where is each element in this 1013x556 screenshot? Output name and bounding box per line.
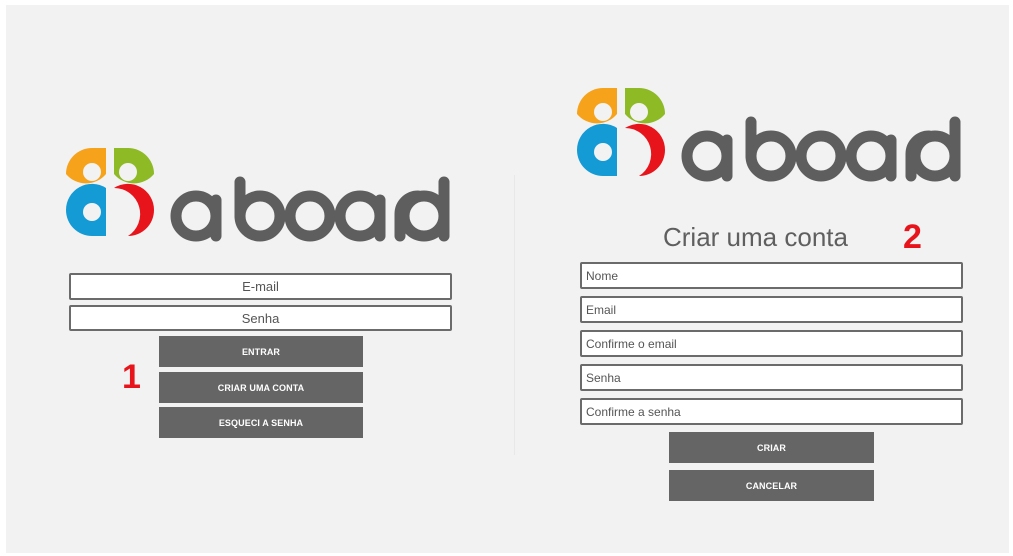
step-marker-2: 2 [903,218,922,256]
aboard-logo [62,142,452,248]
aboard-wordmark [681,116,961,182]
password-input[interactable] [69,305,452,331]
password-input[interactable] [580,364,963,391]
confirm-password-input[interactable] [580,398,963,425]
email-input[interactable] [69,273,452,300]
page-title: Criar uma conta [663,222,848,252]
panel-divider [514,175,515,455]
create-button[interactable]: CRIAR [669,432,874,463]
forgot-password-button[interactable]: ESQUECI A SENHA [159,407,363,438]
aboard-logo [572,82,964,188]
cancel-button[interactable]: CANCELAR [669,470,874,501]
clover-icon [65,148,155,236]
step-marker-1: 1 [122,358,141,396]
name-input[interactable] [580,262,963,289]
aboard-wordmark [170,176,450,242]
confirm-email-input[interactable] [580,330,963,357]
create-account-button[interactable]: CRIAR UMA CONTA [159,372,363,403]
email-input[interactable] [580,296,963,323]
enter-button[interactable]: ENTRAR [159,336,363,367]
clover-icon [576,88,666,176]
